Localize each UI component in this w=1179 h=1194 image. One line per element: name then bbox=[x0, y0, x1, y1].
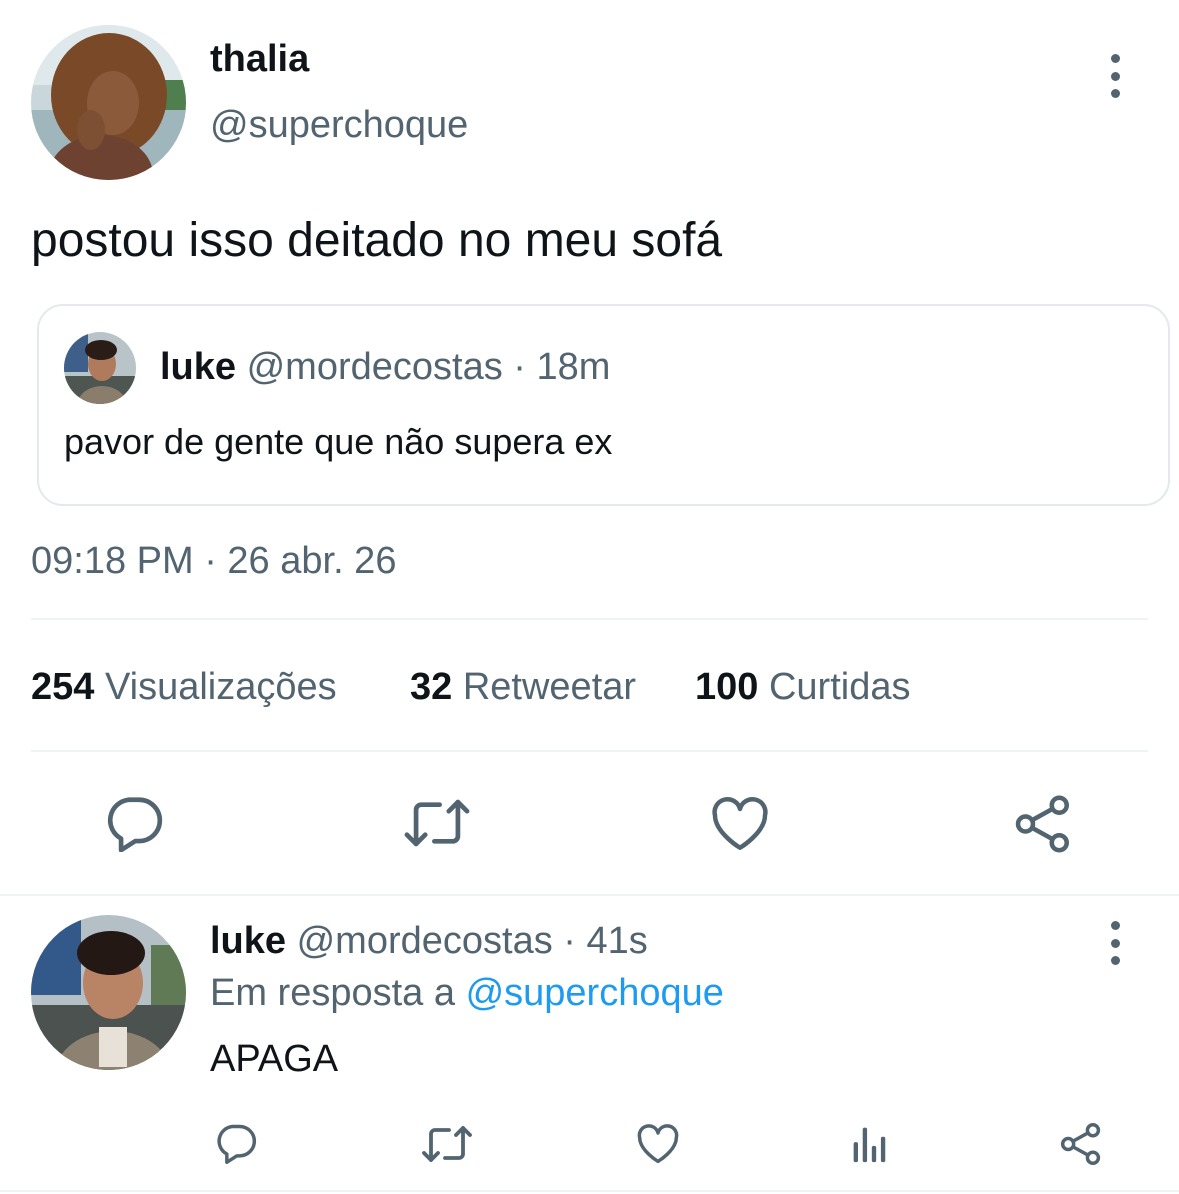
quoted-tweet-card[interactable]: luke @mordecostas · 18m pavor de gente q… bbox=[37, 304, 1170, 506]
stat-count: 254 bbox=[31, 666, 95, 708]
quoted-text: pavor de gente que não supera ex bbox=[64, 421, 613, 462]
tweet-timestamp[interactable]: 09:18 PM · 26 abr. 26 bbox=[31, 540, 396, 583]
reply-text: APAGA bbox=[210, 1038, 339, 1080]
reply-display-name[interactable]: luke bbox=[210, 920, 286, 962]
reply-header: luke @mordecostas · 41s bbox=[210, 920, 648, 963]
reply-time[interactable]: 41s bbox=[587, 920, 648, 962]
stat-retweets[interactable]: 32 Retweetar bbox=[410, 666, 636, 709]
reply-author-avatar[interactable] bbox=[31, 915, 186, 1070]
reply-icon[interactable] bbox=[103, 794, 165, 852]
author-avatar[interactable] bbox=[31, 25, 186, 180]
reply-handle[interactable]: @mordecostas bbox=[297, 920, 553, 962]
quoted-separator: · bbox=[513, 346, 526, 388]
like-icon[interactable] bbox=[710, 796, 770, 852]
reply-icon[interactable] bbox=[214, 1122, 258, 1164]
like-icon[interactable] bbox=[636, 1123, 680, 1165]
more-options-icon[interactable] bbox=[1105, 54, 1125, 98]
share-icon[interactable] bbox=[1058, 1122, 1104, 1166]
stat-count: 100 bbox=[695, 666, 759, 708]
divider bbox=[0, 1190, 1179, 1192]
more-options-icon[interactable] bbox=[1105, 921, 1125, 965]
reply-to-mention[interactable]: @superchoque bbox=[466, 972, 724, 1014]
reply-prefix: Em resposta a bbox=[210, 972, 455, 1014]
views-icon[interactable] bbox=[851, 1124, 889, 1164]
reply-separator: · bbox=[563, 920, 576, 962]
quoted-display-name[interactable]: luke bbox=[160, 346, 236, 388]
quoted-author-avatar bbox=[64, 332, 136, 404]
divider bbox=[0, 894, 1179, 896]
quoted-time[interactable]: 18m bbox=[537, 346, 611, 388]
quoted-header: luke @mordecostas · 18m bbox=[160, 346, 610, 389]
author-handle[interactable]: @superchoque bbox=[210, 104, 468, 147]
author-display-name[interactable]: thalia bbox=[210, 38, 309, 81]
stat-count: 32 bbox=[410, 666, 453, 708]
stat-label: Retweetar bbox=[462, 666, 637, 708]
retweet-icon[interactable] bbox=[421, 1124, 473, 1164]
stat-label: Curtidas bbox=[768, 666, 911, 708]
divider bbox=[31, 750, 1148, 752]
share-icon[interactable] bbox=[1012, 794, 1074, 854]
tweet-text: postou isso deitado no meu sofá bbox=[31, 214, 723, 267]
stat-likes[interactable]: 100 Curtidas bbox=[695, 666, 910, 709]
stat-label: Visualizações bbox=[104, 666, 337, 708]
retweet-icon[interactable] bbox=[403, 796, 471, 850]
quoted-handle[interactable]: @mordecostas bbox=[247, 346, 503, 388]
stat-views[interactable]: 254 Visualizações bbox=[31, 666, 337, 709]
reply-context: Em resposta a @superchoque bbox=[210, 972, 724, 1015]
divider bbox=[31, 618, 1148, 620]
